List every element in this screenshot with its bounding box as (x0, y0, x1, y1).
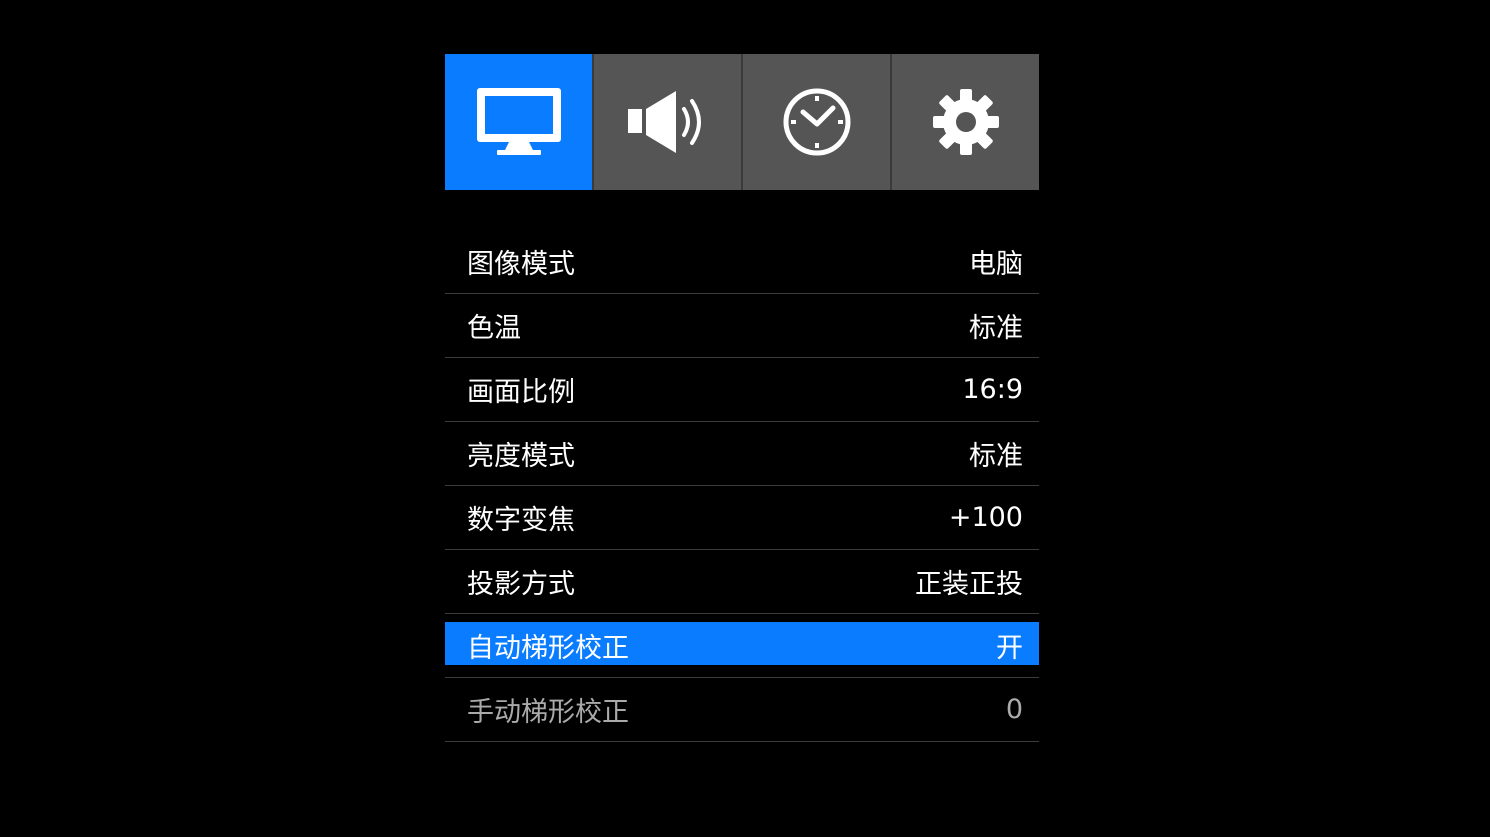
menu-item-value: 正装正投 (915, 569, 1023, 600)
speaker-icon (626, 89, 710, 155)
menu-item-auto-keystone[interactable]: 自动梯形校正 开 (445, 614, 1039, 678)
menu-item-brightness-mode[interactable]: 亮度模式 标准 (445, 422, 1039, 486)
menu-item-digital-zoom[interactable]: 数字变焦 +100 (445, 486, 1039, 550)
picture-settings-list: 图像模式 电脑 色温 标准 画面比例 16:9 亮度模式 标准 数字变焦 +10… (445, 230, 1039, 742)
menu-item-label: 投影方式 (467, 569, 575, 600)
menu-item-label: 自动梯形校正 (467, 633, 629, 664)
tab-time[interactable] (741, 54, 890, 190)
tab-sound[interactable] (592, 54, 741, 190)
menu-item-color-temperature[interactable]: 色温 标准 (445, 294, 1039, 358)
menu-item-value: 电脑 (969, 249, 1023, 280)
menu-item-value: +100 (948, 502, 1023, 533)
menu-item-projection-mode[interactable]: 投影方式 正装正投 (445, 550, 1039, 614)
menu-item-label: 色温 (467, 313, 521, 344)
menu-item-label: 画面比例 (467, 377, 575, 408)
menu-item-label: 数字变焦 (467, 505, 575, 536)
menu-item-manual-keystone: 手动梯形校正 0 (445, 678, 1039, 742)
menu-item-value: 开 (996, 633, 1023, 664)
category-tabbar (445, 54, 1039, 190)
gear-icon (931, 87, 1001, 157)
osd-menu: 图像模式 电脑 色温 标准 画面比例 16:9 亮度模式 标准 数字变焦 +10… (445, 54, 1039, 742)
menu-item-aspect-ratio[interactable]: 画面比例 16:9 (445, 358, 1039, 422)
menu-item-value: 0 (1005, 694, 1023, 725)
menu-item-value: 标准 (969, 441, 1023, 472)
tab-settings[interactable] (890, 54, 1039, 190)
menu-item-label: 手动梯形校正 (467, 697, 629, 728)
monitor-icon (475, 86, 563, 158)
menu-item-label: 图像模式 (467, 249, 575, 280)
clock-icon (781, 86, 853, 158)
tab-picture[interactable] (445, 54, 592, 190)
menu-item-value: 16:9 (962, 374, 1023, 405)
menu-item-label: 亮度模式 (467, 441, 575, 472)
menu-item-value: 标准 (969, 313, 1023, 344)
menu-item-picture-mode[interactable]: 图像模式 电脑 (445, 230, 1039, 294)
